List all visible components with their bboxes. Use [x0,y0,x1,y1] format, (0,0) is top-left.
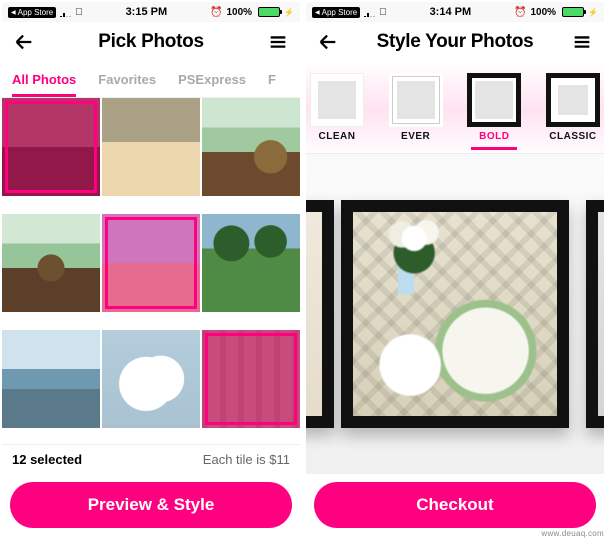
nav-bar: Style Your Photos [306,22,604,62]
battery-icon [258,7,280,17]
style-label: EVER [401,131,430,142]
nav-bar: Pick Photos [2,22,300,62]
photo-thumb[interactable] [2,330,100,428]
photo-thumb[interactable] [202,98,300,196]
preview-and-style-button[interactable]: Preview & Style [10,482,292,528]
photo-thumb[interactable] [202,214,300,312]
style-preview-icon [389,73,443,127]
selection-count: 12 selected [12,452,82,467]
menu-button[interactable] [570,30,594,54]
screen-pick-photos: App Store 􀙇 3:15 PM ⏰ 100% ⚡ Pick Photos… [2,2,300,536]
style-label: BOLD [479,131,509,142]
style-option-classic[interactable]: CLASSIC [544,69,602,150]
frame-style-row[interactable]: CLEAN EVER BOLD CLASSIC [306,62,604,154]
back-to-appstore-breadcrumb[interactable]: App Store [8,7,56,18]
back-to-appstore-breadcrumb[interactable]: App Store [312,7,360,18]
alarm-icon: ⏰ [514,7,526,18]
battery-percent: 100% [530,7,556,18]
style-preview-icon [546,73,600,127]
battery-percent: 100% [226,7,252,18]
prev-photo-frame[interactable] [306,200,334,428]
photo-grid[interactable] [2,98,300,444]
checkout-button[interactable]: Checkout [314,482,596,528]
photo-image [353,212,557,416]
style-preview-icon [310,73,364,127]
style-option-clean[interactable]: CLEAN [308,69,366,150]
cta-container: Checkout [306,474,604,536]
status-bar: App Store 􀙇 3:14 PM ⏰ 100% ⚡ [306,2,604,22]
cta-container: Preview & Style [2,474,300,536]
back-button[interactable] [316,30,340,54]
menu-button[interactable] [266,30,290,54]
framed-preview-carousel[interactable] [306,154,604,474]
wifi-icon: 􀙇 [379,7,387,18]
style-option-ever[interactable]: EVER [387,69,445,150]
photo-thumb[interactable] [202,330,300,428]
status-time: 3:15 PM [126,6,168,18]
next-photo-frame[interactable] [586,200,604,428]
wifi-icon: 􀙇 [75,7,83,18]
page-title: Pick Photos [98,31,203,53]
cellular-signal-icon [364,7,375,17]
alarm-icon: ⏰ [210,7,222,18]
tab-favorites[interactable]: Favorites [98,62,156,97]
price-hint: Each tile is $11 [203,452,290,467]
photo-thumb[interactable] [102,214,200,312]
status-right: ⏰ 100% ⚡ [210,7,294,18]
battery-icon [562,7,584,17]
current-photo-frame[interactable] [341,200,569,428]
tab-psexpress[interactable]: PSExpress [178,62,246,97]
status-bar: App Store 􀙇 3:15 PM ⏰ 100% ⚡ [2,2,300,22]
screen-style-photos: App Store 􀙇 3:14 PM ⏰ 100% ⚡ Style Your … [306,2,604,536]
style-label: CLEAN [319,131,356,142]
tab-more[interactable]: F [268,62,276,97]
charging-icon: ⚡ [284,8,294,17]
style-option-bold[interactable]: BOLD [465,69,523,150]
page-title: Style Your Photos [377,31,534,53]
photo-thumb[interactable] [102,98,200,196]
album-tabs[interactable]: All Photos Favorites PSExpress F [2,62,300,98]
style-label: CLASSIC [549,131,596,142]
photo-thumb[interactable] [2,98,100,196]
charging-icon: ⚡ [588,8,598,17]
cellular-signal-icon [60,7,71,17]
status-left: App Store 􀙇 [312,7,387,18]
watermark: www.deuaq.com [541,529,604,538]
style-preview-icon [467,73,521,127]
status-left: App Store 􀙇 [8,7,83,18]
tab-all-photos[interactable]: All Photos [12,62,76,97]
status-right: ⏰ 100% ⚡ [514,7,598,18]
photo-thumb[interactable] [2,214,100,312]
photo-thumb[interactable] [102,330,200,428]
selection-footer: 12 selected Each tile is $11 [2,444,300,474]
status-time: 3:14 PM [430,6,472,18]
back-button[interactable] [12,30,36,54]
